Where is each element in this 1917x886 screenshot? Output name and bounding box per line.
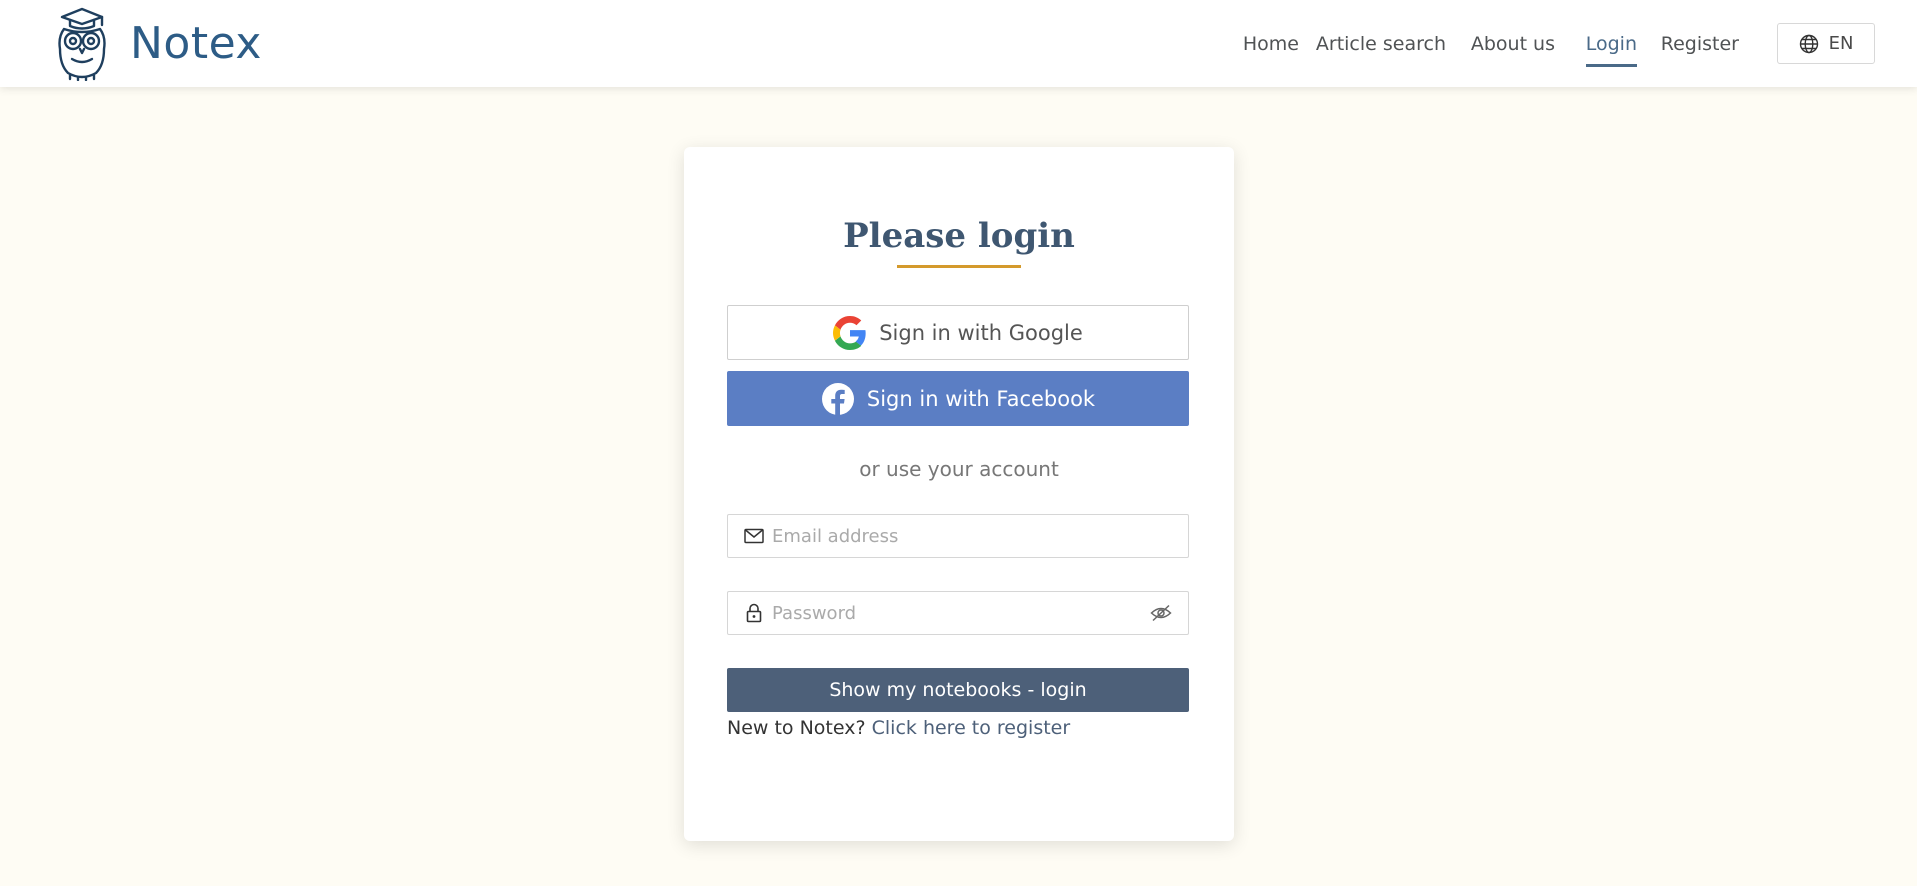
brand-logo[interactable]: Notex <box>54 5 262 81</box>
register-link[interactable]: Click here to register <box>872 717 1071 739</box>
register-prompt-text: New to Notex? <box>727 717 866 739</box>
google-icon <box>833 315 866 350</box>
email-field <box>727 514 1189 558</box>
or-separator-text: or use your account <box>859 457 1059 481</box>
google-sign-in-button[interactable]: Sign in with Google <box>727 305 1189 360</box>
lock-icon <box>744 603 764 623</box>
eye-slash-icon[interactable] <box>1150 602 1172 624</box>
language-label: EN <box>1828 33 1854 54</box>
login-submit-button[interactable]: Show my notebooks - login <box>727 668 1189 712</box>
password-field <box>727 591 1189 635</box>
facebook-sign-in-button[interactable]: Sign in with Facebook <box>727 371 1189 426</box>
owl-logo-icon <box>58 7 106 81</box>
google-button-label: Sign in with Google <box>879 320 1083 345</box>
login-card: Please login Sign in with Google Sign in… <box>684 147 1234 841</box>
email-input[interactable] <box>772 515 1188 557</box>
nav-register[interactable]: Register <box>1661 30 1739 58</box>
page-title: Please login <box>843 216 1075 256</box>
title-underline <box>897 265 1021 268</box>
nav-article-search[interactable]: Article search <box>1316 30 1446 58</box>
facebook-button-label: Sign in with Facebook <box>866 386 1096 411</box>
password-input[interactable] <box>772 592 1150 634</box>
register-prompt: New to Notex? Click here to register <box>727 715 1070 741</box>
language-selector-button[interactable]: EN <box>1777 23 1875 64</box>
nav-home[interactable]: Home <box>1243 30 1299 58</box>
brand-name: Notex <box>130 17 262 69</box>
globe-icon <box>1799 34 1818 53</box>
nav-login[interactable]: Login <box>1585 30 1638 67</box>
facebook-icon <box>821 382 854 415</box>
nav-about-us[interactable]: About us <box>1471 30 1555 58</box>
top-navigation-bar: Notex Home Article search About us Login… <box>0 0 1917 87</box>
envelope-icon <box>744 526 764 546</box>
